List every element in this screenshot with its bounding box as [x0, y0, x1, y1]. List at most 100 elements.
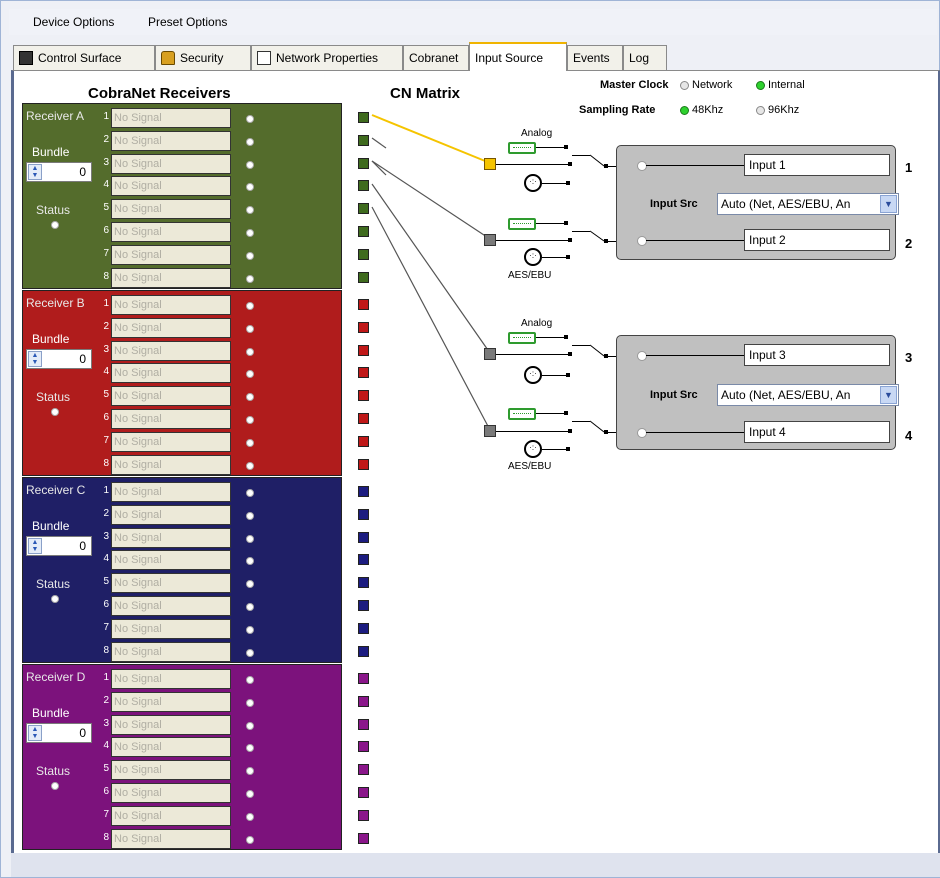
channel-led: [246, 461, 254, 470]
bundle-stepper[interactable]: ▲ ▼ 0: [26, 723, 92, 743]
input-4-field[interactable]: Input 4: [744, 421, 890, 443]
matrix-source-square[interactable]: [358, 226, 369, 237]
radio-96khz[interactable]: [756, 106, 765, 115]
input-src-select-1[interactable]: Auto (Net, AES/EBU, An ▼: [717, 193, 899, 215]
channel-number: 6: [103, 786, 109, 797]
status-led: [51, 408, 59, 416]
stepper-arrows-icon[interactable]: ▲ ▼: [28, 164, 42, 180]
input-3-field[interactable]: Input 3: [744, 344, 890, 366]
matrix-source-square[interactable]: [358, 344, 369, 356]
matrix-source-square[interactable]: [358, 600, 369, 611]
matrix-source-square[interactable]: [358, 248, 369, 260]
matrix-source-square[interactable]: [358, 203, 369, 215]
tab-security[interactable]: Security: [155, 45, 251, 70]
matrix-source-square[interactable]: [358, 321, 369, 333]
matrix-source-square[interactable]: [358, 809, 369, 821]
tab-cobranet[interactable]: Cobranet: [403, 45, 469, 70]
matrix-source-square[interactable]: [358, 486, 369, 497]
junction-dot: [566, 447, 570, 451]
wire-stub: [646, 355, 744, 356]
matrix-source-square[interactable]: [358, 180, 369, 192]
matrix-button-2a[interactable]: [484, 234, 496, 246]
chevron-down-icon[interactable]: ▼: [880, 195, 897, 213]
junction-dot: [604, 239, 608, 243]
menu-device-options[interactable]: Device Options: [33, 15, 114, 29]
matrix-source-square[interactable]: [358, 435, 369, 447]
matrix-source-square[interactable]: [358, 531, 369, 543]
matrix-source-square[interactable]: [358, 390, 369, 402]
matrix-source-square[interactable]: [358, 134, 369, 146]
bundle-stepper[interactable]: ▲ ▼ 0: [26, 536, 92, 556]
receiver-b: Receiver B Bundle ▲ ▼ 0 Status 1 No Signal 2 No S…: [22, 290, 342, 476]
matrix-button-3a[interactable]: [484, 348, 496, 360]
matrix-source-square[interactable]: [358, 787, 369, 798]
matrix-source-square[interactable]: [358, 112, 369, 123]
status-bar: [11, 853, 940, 877]
channel-led: [246, 580, 254, 589]
tab-log[interactable]: Log: [623, 45, 667, 70]
input-2-number: 2: [905, 236, 913, 251]
bundle-stepper[interactable]: ▲ ▼ 0: [26, 349, 92, 369]
menu-preset-options[interactable]: Preset Options: [148, 15, 227, 29]
stepper-arrows-icon[interactable]: ▲ ▼: [28, 351, 42, 367]
matrix-source-square[interactable]: [358, 577, 369, 589]
matrix-source-square[interactable]: [358, 645, 369, 657]
input-src-label-2: Input Src: [650, 389, 698, 401]
matrix-source-square[interactable]: [358, 458, 369, 470]
tab-input-source[interactable]: Input Source: [469, 42, 567, 71]
wire-stub: [572, 155, 590, 156]
matrix-source-square[interactable]: [358, 299, 369, 310]
wire-stub: [536, 223, 564, 224]
analog-connector-icon: [508, 142, 536, 154]
matrix-source-square[interactable]: [358, 271, 369, 283]
channel-signal-field: No Signal: [111, 295, 231, 315]
bundle-value: 0: [79, 726, 86, 740]
tab-network-properties[interactable]: Network Properties: [251, 45, 403, 70]
channel-signal-field: No Signal: [111, 828, 231, 849]
matrix-button-1a[interactable]: [484, 158, 496, 170]
stepper-arrows-icon[interactable]: ▲ ▼: [28, 725, 42, 741]
stepper-arrows-icon[interactable]: ▲ ▼: [28, 538, 42, 554]
matrix-source-square[interactable]: [358, 695, 369, 707]
channel-led: [246, 534, 254, 543]
radio-internal[interactable]: [756, 81, 765, 90]
input-2-field[interactable]: Input 2: [744, 229, 890, 251]
matrix-source-square[interactable]: [358, 157, 369, 169]
matrix-source-square[interactable]: [358, 367, 369, 379]
control-surface-icon: [19, 51, 33, 65]
channel-signal-field: No Signal: [111, 805, 231, 826]
matrix-source-square[interactable]: [358, 741, 369, 753]
matrix-source-square[interactable]: [358, 622, 369, 634]
wire-stub: [496, 164, 570, 165]
analog-connector-icon: [508, 218, 536, 230]
matrix-source-square[interactable]: [358, 832, 369, 844]
junction-dot: [564, 335, 568, 339]
matrix-source-square[interactable]: [358, 673, 369, 684]
channel-signal-field: No Signal: [111, 386, 231, 407]
input-1-field[interactable]: Input 1: [744, 154, 890, 176]
tab-control-surface[interactable]: Control Surface: [13, 45, 155, 70]
matrix-button-4a[interactable]: [484, 425, 496, 437]
receiver-d: Receiver D Bundle ▲ ▼ 0 Status 1 No Signal 2 No S…: [22, 664, 342, 850]
channel-signal-field: No Signal: [111, 737, 231, 758]
channel-number: 4: [103, 366, 109, 378]
tab-events[interactable]: Events: [567, 45, 623, 70]
junction-dot: [566, 255, 570, 259]
bundle-stepper[interactable]: ▲ ▼ 0: [26, 162, 92, 182]
matrix-source-square[interactable]: [358, 764, 369, 776]
channel-number: 1: [103, 672, 109, 683]
matrix-source-square[interactable]: [358, 508, 369, 520]
wire-stub: [646, 240, 744, 241]
matrix-source-square[interactable]: [358, 413, 369, 424]
status-label: Status: [36, 764, 71, 778]
chevron-down-icon[interactable]: ▼: [880, 386, 897, 404]
status-label: Status: [36, 390, 71, 404]
channel-led: [246, 835, 254, 844]
channel-signal-field: No Signal: [111, 618, 231, 639]
radio-48khz[interactable]: [680, 106, 689, 115]
channel-number: 3: [103, 530, 109, 542]
matrix-source-square[interactable]: [358, 718, 369, 730]
radio-network[interactable]: [680, 81, 689, 90]
matrix-source-square[interactable]: [358, 554, 369, 566]
input-src-select-2[interactable]: Auto (Net, AES/EBU, An ▼: [717, 384, 899, 406]
